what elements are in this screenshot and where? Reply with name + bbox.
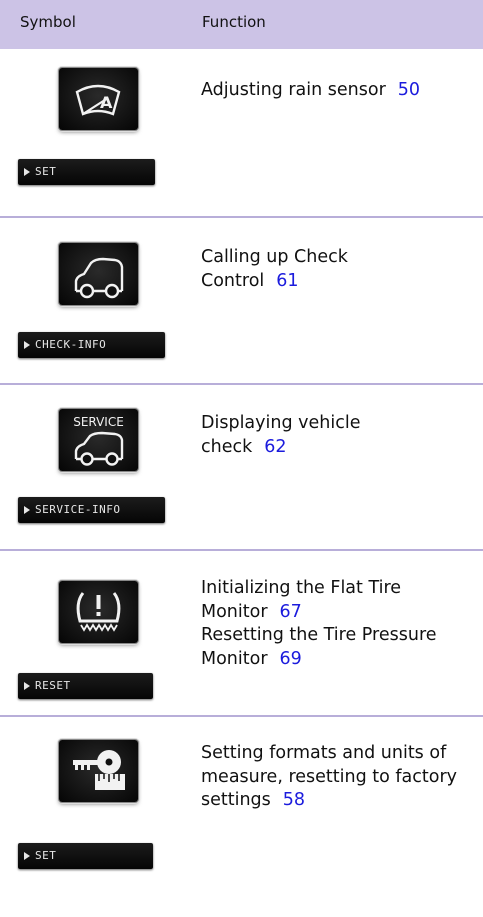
table-row: SET Setting formats and units of measure…: [0, 717, 483, 917]
table-row: CHECK-INFO Calling up Check Control 61: [0, 218, 483, 385]
function-description: Initializing the Flat Tire Monitor 67 Res…: [201, 577, 473, 671]
page-reference-link[interactable]: 50: [398, 80, 420, 100]
table-header: Symbol Function: [0, 0, 483, 49]
function-column-header: Function: [202, 13, 266, 31]
service-car-icon: SERVICE: [59, 409, 138, 471]
function-line-2: Resetting the Tire Pressure Monitor 69: [201, 625, 437, 669]
page-reference-link[interactable]: 61: [276, 271, 298, 291]
function-line-1: Initializing the Flat Tire Monitor 67: [201, 578, 402, 622]
function-description: Setting formats and units of measure, re…: [201, 743, 458, 810]
page-reference-link[interactable]: 62: [264, 437, 286, 457]
key-ruler-settings-icon: [59, 740, 138, 802]
reset-button-label: RESET: [18, 673, 153, 699]
symbol-column-header: Symbol: [20, 13, 76, 31]
set-button-label: SET: [18, 843, 153, 869]
check-control-car-icon: [59, 243, 138, 305]
service-info-button-label: SERVICE-INFO: [18, 497, 165, 523]
table-row: A SET Adjusting rain sensor 50: [0, 49, 483, 218]
table-row: SERVICE SERVICE-INFO Displaying vehicle …: [0, 385, 483, 551]
set-button-label: SET: [18, 159, 155, 185]
svg-text:A: A: [100, 93, 113, 112]
page-reference-link[interactable]: 58: [283, 790, 305, 810]
rain-sensor-icon: A: [59, 68, 138, 130]
check-info-button-label: CHECK-INFO: [18, 332, 165, 358]
page-reference-link[interactable]: 69: [280, 649, 302, 669]
service-icon-text: SERVICE: [73, 415, 124, 429]
function-description: Displaying vehicle check 62: [201, 413, 361, 457]
function-description: Calling up Check Control 61: [201, 247, 348, 291]
function-description: Adjusting rain sensor 50: [201, 80, 421, 100]
page-reference-link[interactable]: 67: [280, 602, 302, 622]
tire-pressure-warning-icon: [59, 581, 138, 643]
table-row: RESET Initializing the Flat Tire Monitor…: [0, 551, 483, 717]
